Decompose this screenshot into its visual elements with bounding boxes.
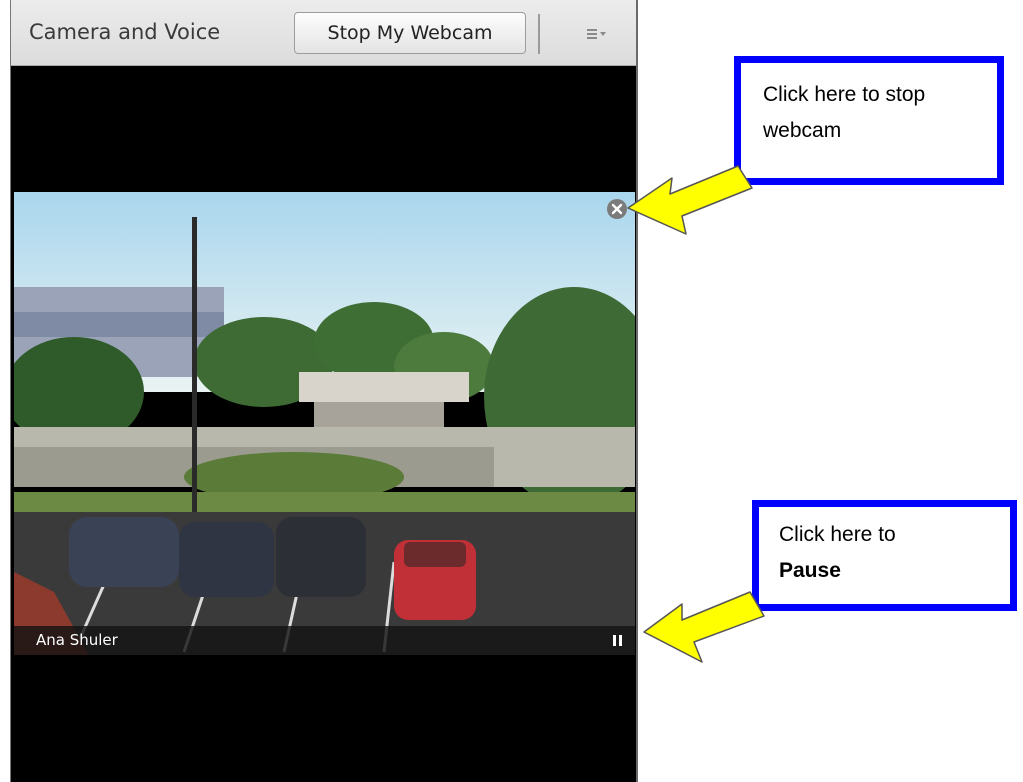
pod-title: Camera and Voice bbox=[29, 20, 221, 44]
arrow-to-pause-icon bbox=[643, 591, 765, 663]
chevron-down-icon bbox=[600, 32, 606, 36]
stop-webcam-callout: Click here to stop webcam bbox=[734, 56, 1004, 185]
webcam-image bbox=[14, 192, 635, 655]
pause-callout: Click here to Pause bbox=[752, 500, 1017, 611]
webcam-video-feed: Ana Shuler bbox=[14, 192, 635, 655]
stop-webcam-button[interactable]: Stop My Webcam bbox=[294, 12, 526, 54]
hamburger-menu-icon bbox=[587, 29, 606, 39]
arrow-to-close-icon bbox=[627, 165, 753, 235]
pause-icon-bar bbox=[619, 635, 622, 646]
participant-name: Ana Shuler bbox=[36, 631, 118, 649]
pod-options-menu-button[interactable] bbox=[563, 20, 619, 48]
callout-emphasis-text: Pause bbox=[779, 559, 841, 582]
callout-text-line: Click here to stop bbox=[763, 83, 926, 106]
callout-text-line: webcam bbox=[763, 119, 842, 142]
pause-icon bbox=[613, 635, 616, 646]
pod-header: Camera and Voice Stop My Webcam bbox=[11, 0, 636, 66]
callout-text-line: Click here to bbox=[779, 523, 896, 546]
video-caption-bar: Ana Shuler bbox=[14, 626, 635, 655]
pause-button[interactable] bbox=[611, 634, 625, 648]
header-divider bbox=[538, 14, 540, 54]
